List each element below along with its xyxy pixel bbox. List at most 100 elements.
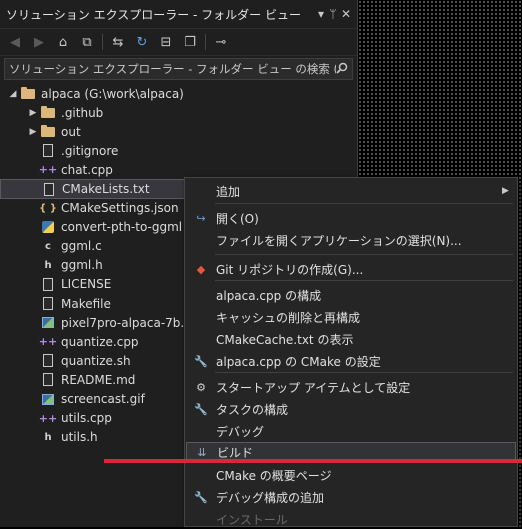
menu-item[interactable]: デバッグ xyxy=(186,421,516,441)
menu-item[interactable]: CMakeCache.txt の表示 xyxy=(186,329,516,349)
tree-item-label: README.md xyxy=(61,372,136,387)
file-icon xyxy=(40,354,56,368)
menu-item[interactable]: ↪ 開く(O) xyxy=(186,208,516,228)
tree-item[interactable]: .gitignore xyxy=(0,141,357,160)
dropdown-icon[interactable]: ▾ xyxy=(317,7,325,21)
tree-item-label: Makefile xyxy=(61,296,111,311)
menu-item-label: デバッグ構成の追加 xyxy=(216,490,325,505)
tree-item-label: ggml.c xyxy=(61,239,102,254)
menu-item[interactable]: 追加 ▶ xyxy=(186,181,516,201)
close-icon[interactable]: ✕ xyxy=(341,7,351,21)
menu-item[interactable]: ◆ Git リポジトリの作成(G)... xyxy=(186,259,516,279)
header-file-icon: h xyxy=(44,259,52,271)
tree-item-label: screencast.gif xyxy=(61,392,145,407)
menu-item-label: alpaca.cpp の CMake の設定 xyxy=(216,354,381,369)
back-icon[interactable]: ◀ xyxy=(6,33,24,51)
menu-item-label: ファイルを開くアプリケーションの選択(N)... xyxy=(216,233,462,248)
tree-item-label: out xyxy=(61,124,81,139)
tree-item-label: .gitignore xyxy=(61,143,119,158)
menu-item[interactable]: ファイルを開くアプリケーションの選択(N)... xyxy=(186,230,516,250)
tree-item-label: quantize.cpp xyxy=(61,334,139,349)
menu-item-label: スタートアップ アイテムとして設定 xyxy=(216,380,411,395)
python-icon xyxy=(40,220,56,234)
tree-item-label: .github xyxy=(61,105,104,120)
sync-icon[interactable]: ⇆ xyxy=(109,33,127,51)
file-icon xyxy=(41,182,57,196)
search-placeholder: ソリューション エクスプローラー - フォルダー ビュー の検索 (Ctrl+;… xyxy=(9,62,336,76)
open-arrow-icon: ↪ xyxy=(196,211,206,225)
menu-item[interactable]: 🔧 デバッグ構成の追加 xyxy=(186,487,516,507)
tree-item[interactable]: ▶ out xyxy=(0,122,357,141)
collapse-arrow-icon[interactable]: ◢ xyxy=(6,89,20,99)
tree-item[interactable]: ▶ .github xyxy=(0,103,357,122)
menu-item-label: alpaca.cpp の構成 xyxy=(216,288,322,303)
tree-item-label: utils.h xyxy=(61,430,98,445)
tree-item-label: ggml.h xyxy=(61,258,103,273)
menu-item-label: インストール xyxy=(216,512,288,527)
menu-item[interactable]: キャッシュの削除と再構成 xyxy=(186,307,516,327)
home-icon[interactable]: ⌂ xyxy=(54,33,72,51)
tree-root[interactable]: ◢ alpaca (G:\work\alpaca) xyxy=(0,84,357,103)
menu-separator xyxy=(215,254,513,255)
toolbar-divider xyxy=(102,34,103,50)
wrench-icon: 🔧 xyxy=(194,402,208,416)
menu-item-label: タスクの構成 xyxy=(216,402,289,417)
menu-item-label: CMakeCache.txt の表示 xyxy=(216,332,354,347)
folder-icon xyxy=(20,86,36,101)
menu-item: インストール xyxy=(186,509,516,529)
tree-item-label: LICENSE xyxy=(61,277,112,292)
menu-separator xyxy=(215,203,513,204)
cpp-icon: ++ xyxy=(38,411,58,425)
expand-arrow-icon[interactable]: ▶ xyxy=(26,127,40,137)
tree-item-label: CMakeLists.txt xyxy=(62,182,150,197)
menu-item[interactable]: 🔧 タスクの構成 xyxy=(186,399,516,419)
search-box[interactable]: ソリューション エクスプローラー - フォルダー ビュー の検索 (Ctrl+;… xyxy=(4,58,353,80)
folder-icon xyxy=(40,124,56,139)
tree-item-label: quantize.sh xyxy=(61,353,131,368)
annotation-underline xyxy=(104,459,522,463)
wrench-icon: 🔧 xyxy=(194,490,208,504)
image-icon xyxy=(40,316,56,330)
properties-icon[interactable]: ⊸ xyxy=(212,33,230,51)
cpp-icon: ++ xyxy=(38,335,58,349)
collapse-all-icon[interactable]: ⊟ xyxy=(157,33,175,51)
search-icon[interactable] xyxy=(336,62,348,77)
submenu-arrow-icon: ▶ xyxy=(502,186,509,196)
wrench-icon: 🔧 xyxy=(194,354,208,368)
menu-item[interactable]: ⚙ スタートアップ アイテムとして設定 xyxy=(186,377,516,397)
forward-icon[interactable]: ▶ xyxy=(30,33,48,51)
switch-views-icon[interactable]: ⧉ xyxy=(78,33,96,51)
panel-title: ソリューション エクスプローラー - フォルダー ビュー xyxy=(6,7,301,22)
menu-item-label: 追加 xyxy=(216,184,241,199)
show-all-files-icon[interactable]: ❐ xyxy=(181,33,199,51)
context-menu: 追加 ▶ ↪ 開く(O) ファイルを開くアプリケーションの選択(N)... ◆ Git リポ… xyxy=(184,177,518,527)
git-icon: ◆ xyxy=(196,262,206,276)
menu-item[interactable]: 🔧 alpaca.cpp の CMake の設定 xyxy=(186,351,516,371)
gear-icon: ⚙ xyxy=(196,380,206,394)
pin-icon[interactable]: ᛘ xyxy=(329,7,337,21)
menu-separator xyxy=(215,280,513,281)
file-icon xyxy=(40,144,56,158)
tree-item-label: pixel7pro-alpaca-7b. xyxy=(61,315,185,330)
cpp-icon: ++ xyxy=(38,163,58,177)
expand-arrow-icon[interactable]: ▶ xyxy=(26,108,40,118)
tree-item-label: utils.cpp xyxy=(61,411,112,426)
menu-separator xyxy=(215,372,513,373)
header-file-icon: h xyxy=(44,431,52,443)
tree-root-label: alpaca (G:\work\alpaca) xyxy=(41,86,184,101)
panel-titlebar[interactable]: ソリューション エクスプローラー - フォルダー ビュー ▾ ᛘ ✕ xyxy=(0,0,357,29)
file-icon xyxy=(40,277,56,291)
menu-item-label: 開く(O) xyxy=(216,211,259,226)
menu-item-label: ビルド xyxy=(217,445,254,460)
menu-item[interactable]: alpaca.cpp の構成 xyxy=(186,285,516,305)
toolbar-divider xyxy=(205,34,206,50)
menu-item-label: CMake の概要ページ xyxy=(216,468,332,483)
menu-item[interactable]: CMake の概要ページ xyxy=(186,465,516,485)
menu-item-label: デバッグ xyxy=(216,424,265,439)
refresh-icon[interactable]: ↻ xyxy=(133,33,151,51)
build-icon: ⇊ xyxy=(197,445,207,459)
json-icon: { } xyxy=(39,202,57,214)
tree-item-label: CMakeSettings.json xyxy=(61,201,179,216)
markdown-icon xyxy=(40,373,56,387)
file-icon xyxy=(40,297,56,311)
